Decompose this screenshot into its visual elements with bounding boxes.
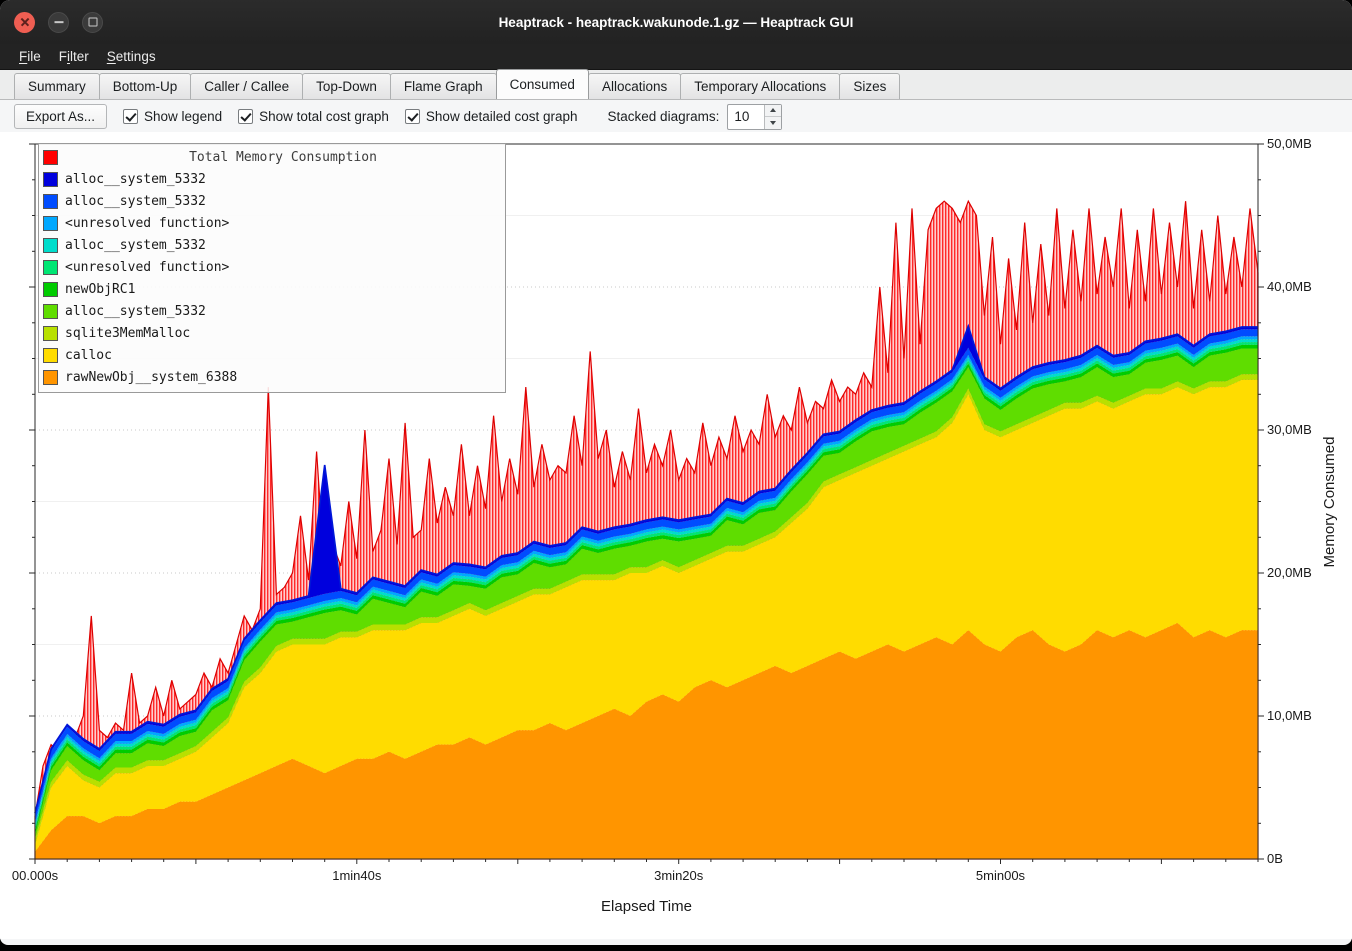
menu-file[interactable]: File [10, 46, 50, 67]
maximize-button[interactable] [82, 12, 103, 33]
x-tick-label: 3min20s [654, 868, 704, 883]
tab-flame-graph[interactable]: Flame Graph [390, 73, 497, 99]
legend-item: alloc__system_5332 [43, 300, 501, 322]
legend-color-swatch [43, 150, 58, 165]
close-button[interactable] [14, 12, 35, 33]
legend-color-swatch [43, 326, 58, 341]
legend-label: alloc__system_5332 [65, 172, 206, 187]
legend-item: alloc__system_5332 [43, 168, 501, 190]
legend-label: sqlite3MemMalloc [65, 326, 190, 341]
legend-color-swatch [43, 194, 58, 209]
tab-summary[interactable]: Summary [14, 73, 100, 99]
y-tick-label: 20,0MB [1267, 565, 1312, 580]
menubar: File Filter Settings [0, 44, 1352, 70]
y-tick-label: 10,0MB [1267, 708, 1312, 723]
tab-bottom-up[interactable]: Bottom-Up [99, 73, 192, 99]
legend-color-swatch [43, 348, 58, 363]
tab-consumed[interactable]: Consumed [496, 69, 589, 99]
legend-color-swatch [43, 260, 58, 275]
tab-top-down[interactable]: Top-Down [302, 73, 391, 99]
checkbox-show-total-cost-graph[interactable]: Show total cost graph [238, 109, 389, 124]
spinner-up-button[interactable] [765, 105, 781, 118]
legend-color-swatch [43, 216, 58, 231]
tab-allocations[interactable]: Allocations [588, 73, 681, 99]
legend-item: <unresolved function> [43, 212, 501, 234]
toolbar: Export As... Show legend Show total cost … [0, 100, 1352, 133]
legend-item: <unresolved function> [43, 256, 501, 278]
checkbox-box[interactable] [238, 109, 253, 124]
legend-label: <unresolved function> [65, 260, 229, 275]
legend-item: calloc [43, 344, 501, 366]
checkbox-label: Show legend [144, 109, 222, 124]
x-tick-label: 00.000s [12, 868, 59, 883]
checkbox-label: Show detailed cost graph [426, 109, 578, 124]
legend-label: newObjRC1 [65, 282, 135, 297]
x-tick-label: 5min00s [976, 868, 1026, 883]
tab-sizes[interactable]: Sizes [839, 73, 900, 99]
legend-color-swatch [43, 282, 58, 297]
legend-color-swatch [43, 370, 58, 385]
legend-title-row: Total Memory Consumption [43, 146, 501, 168]
legend-label: alloc__system_5332 [65, 304, 206, 319]
legend-label: <unresolved function> [65, 216, 229, 231]
legend-item: alloc__system_5332 [43, 190, 501, 212]
x-tick-label: 1min40s [332, 868, 382, 883]
tab-temporary-allocations[interactable]: Temporary Allocations [680, 73, 840, 99]
menu-filter[interactable]: Filter [50, 46, 98, 67]
tab-caller-callee[interactable]: Caller / Callee [190, 73, 303, 99]
y-axis-title: Memory Consumed [1321, 437, 1338, 568]
legend-label: Total Memory Consumption [65, 150, 501, 165]
spinner-value[interactable]: 10 [728, 105, 764, 129]
legend-item: sqlite3MemMalloc [43, 322, 501, 344]
legend-label: alloc__system_5332 [65, 238, 206, 253]
titlebar: Heaptrack - heaptrack.wakunode.1.gz — He… [0, 0, 1352, 44]
checkbox-box[interactable] [405, 109, 420, 124]
checkbox-box[interactable] [123, 109, 138, 124]
legend-label: alloc__system_5332 [65, 194, 206, 209]
y-tick-label: 50,0MB [1267, 136, 1312, 151]
minimize-button[interactable] [48, 12, 69, 33]
legend-item: rawNewObj__system_6388 [43, 366, 501, 388]
window-controls [14, 12, 103, 33]
legend-item: newObjRC1 [43, 278, 501, 300]
y-tick-label: 30,0MB [1267, 422, 1312, 437]
spinner-down-button[interactable] [765, 117, 781, 129]
export-as-button[interactable]: Export As... [14, 104, 107, 129]
legend-color-swatch [43, 238, 58, 253]
legend-color-swatch [43, 304, 58, 319]
x-axis-title: Elapsed Time [601, 898, 692, 915]
window-title: Heaptrack - heaptrack.wakunode.1.gz — He… [0, 15, 1352, 30]
checkbox-show-legend[interactable]: Show legend [123, 109, 222, 124]
legend-item: alloc__system_5332 [43, 234, 501, 256]
chart-area: 00.000s 1min40s 3min20s 5min00s 0B 10,0MB 20,0… [0, 132, 1352, 939]
legend-label: rawNewObj__system_6388 [65, 370, 237, 385]
checkbox-label: Show total cost graph [259, 109, 389, 124]
stacked-diagrams-label: Stacked diagrams: [608, 109, 720, 124]
chart-legend: Total Memory Consumption alloc__system_53… [38, 143, 506, 393]
y-tick-label: 0B [1267, 851, 1283, 866]
tab-bar: SummaryBottom-UpCaller / CalleeTop-DownF… [0, 70, 1352, 100]
legend-label: calloc [65, 348, 112, 363]
checkbox-group: Show legend Show total cost graph Show det… [123, 109, 578, 124]
menu-settings[interactable]: Settings [98, 46, 165, 67]
stacked-diagrams-spinner[interactable]: 10 [727, 104, 782, 130]
legend-color-swatch [43, 172, 58, 187]
checkbox-show-detailed-cost-graph[interactable]: Show detailed cost graph [405, 109, 578, 124]
y-tick-label: 40,0MB [1267, 279, 1312, 294]
app-window: Heaptrack - heaptrack.wakunode.1.gz — He… [0, 0, 1352, 945]
